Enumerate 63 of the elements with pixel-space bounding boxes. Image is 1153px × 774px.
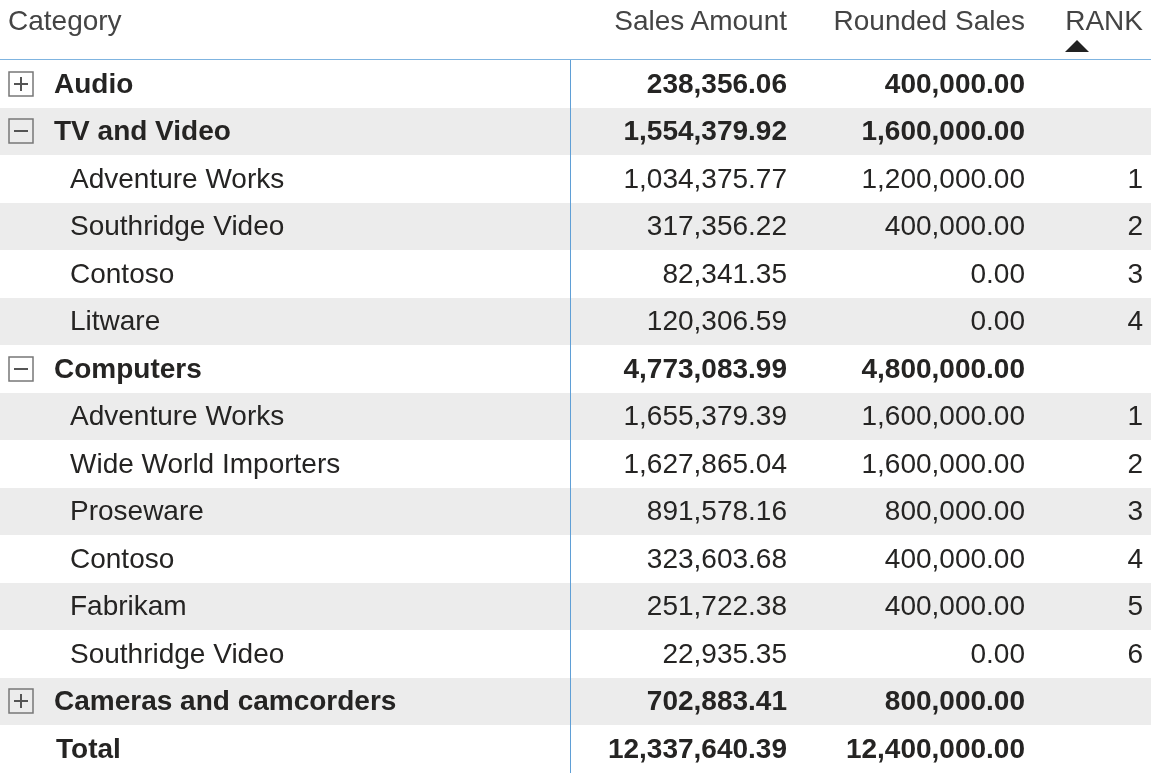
table-cell-text: 251,722.38	[646, 589, 787, 624]
minus-box-icon[interactable]	[8, 355, 34, 382]
column-header[interactable]: Rounded Sales	[833, 6, 1025, 36]
table-cell-text: 12,337,640.39	[607, 731, 787, 766]
row-label: Adventure Works	[70, 161, 285, 196]
column-header[interactable]: Sales Amount	[614, 6, 787, 36]
table-cell-text: 4,773,083.99	[623, 351, 787, 386]
table-cell-text: 3	[1127, 256, 1143, 291]
table-cell-text: 6	[1127, 636, 1143, 671]
table-cell-text: 238,356.06	[646, 66, 787, 101]
table-cell-text: 120,306.59	[646, 304, 787, 339]
row-label: Southridge Video	[70, 636, 285, 671]
table-cell-text: 1,200,000.00	[861, 161, 1025, 196]
minus-box-icon[interactable]	[8, 118, 34, 145]
table-cell-text: 2	[1127, 209, 1143, 244]
row-label: Litware	[70, 304, 161, 339]
table-cell-text: 1,034,375.77	[623, 161, 787, 196]
table-cell-text: 1,600,000.00	[861, 399, 1025, 434]
table-cell-text: 317,356.22	[646, 209, 787, 244]
row-label: Cameras and camcorders	[54, 684, 397, 719]
table-cell-text: 1,600,000.00	[861, 114, 1025, 149]
row-label: TV and Video	[54, 114, 231, 149]
table-cell-text: 800,000.00	[884, 684, 1025, 719]
table-cell-text: 702,883.41	[646, 684, 787, 719]
table-cell-text: 5	[1127, 589, 1143, 624]
table-cell-text: 323,603.68	[646, 541, 787, 576]
table-cell-text: 22,935.35	[662, 636, 787, 671]
column-header[interactable]: RANK	[1065, 6, 1143, 36]
table-cell-text: 400,000.00	[884, 66, 1025, 101]
table-cell-text: 4	[1127, 541, 1143, 576]
table-cell-text: 0.00	[970, 636, 1025, 671]
table-cell-text: 1,655,379.39	[623, 399, 787, 434]
table-cell-text: 800,000.00	[884, 494, 1025, 529]
row-label: Wide World Importers	[70, 446, 341, 481]
row-label: Contoso	[70, 541, 175, 576]
table-cell-text: 400,000.00	[884, 589, 1025, 624]
row-label: Computers	[54, 351, 202, 386]
table-cell-text: 891,578.16	[646, 494, 787, 529]
table-cell-text: 1,627,865.04	[623, 446, 787, 481]
table-cell-text: 1,600,000.00	[861, 446, 1025, 481]
row-label: Total	[56, 731, 121, 766]
table-cell-text: 2	[1127, 446, 1143, 481]
plus-box-icon[interactable]	[8, 688, 34, 715]
table-cell-text: 82,341.35	[662, 256, 787, 291]
row-label: Proseware	[70, 494, 204, 529]
table-cell-text: 4,800,000.00	[861, 351, 1025, 386]
table-cell-text: 1,554,379.92	[623, 114, 787, 149]
table-cell-text: 400,000.00	[884, 541, 1025, 576]
table-cell-text: 1	[1127, 399, 1143, 434]
table-cell-text: 4	[1127, 304, 1143, 339]
row-label: Audio	[54, 66, 134, 101]
row-label: Southridge Video	[70, 209, 285, 244]
plus-box-icon[interactable]	[8, 70, 34, 97]
table-cell-text: 1	[1127, 161, 1143, 196]
table-cell-text: 12,400,000.00	[845, 731, 1025, 766]
table-cell-text: 400,000.00	[884, 209, 1025, 244]
table-cell-text: 0.00	[970, 256, 1025, 291]
column-header[interactable]: Category	[8, 6, 122, 36]
table-cell-text: 3	[1127, 494, 1143, 529]
row-label: Fabrikam	[70, 589, 187, 624]
table-cell-text: 0.00	[970, 304, 1025, 339]
row-label: Contoso	[70, 256, 175, 291]
row-label: Adventure Works	[70, 399, 285, 434]
